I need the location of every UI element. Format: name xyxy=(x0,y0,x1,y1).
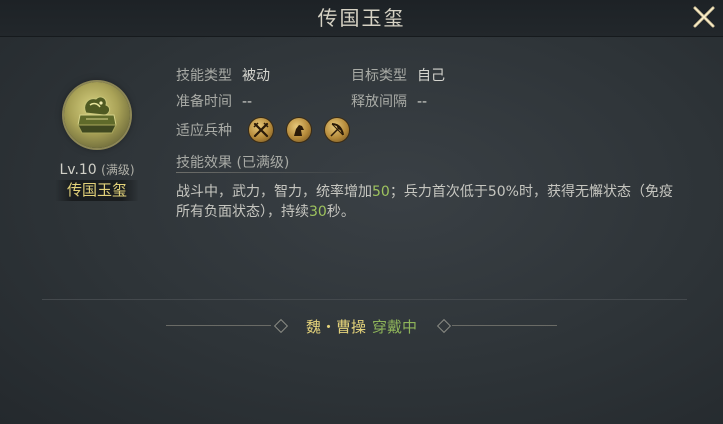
troop-row: 适应兵种 xyxy=(176,120,232,140)
target-type-row: 目标类型 自己 xyxy=(351,65,445,85)
infantry-swords-icon xyxy=(249,118,273,142)
jade-seal-icon xyxy=(64,82,130,148)
skill-level: Lv.10 (满级) xyxy=(40,161,154,178)
panel-title: 传国玉玺 xyxy=(317,6,406,30)
skill-type-value: 被动 xyxy=(242,68,270,84)
skill-type-label: 技能类型 xyxy=(176,68,232,84)
close-button[interactable] xyxy=(691,4,717,30)
equipped-hero: 魏・曹操 xyxy=(305,318,366,336)
effect-text-3: 秒。 xyxy=(326,204,355,220)
close-icon xyxy=(693,6,715,28)
equipped-state: 穿戴中 xyxy=(372,318,418,336)
skill-detail-panel: 传国玉玺 Lv.10 (满级) 传国玉玺 技能类型 被动 目标类型 自己 准备时… xyxy=(0,0,723,424)
skill-name: 传国玉玺 xyxy=(55,180,139,201)
bottom-divider xyxy=(42,299,687,300)
effect-value-2: 30 xyxy=(309,204,327,220)
cast-interval-row: 释放间隔 -- xyxy=(351,91,427,111)
ornament-line-left xyxy=(165,325,271,326)
effect-description: 战斗中，武力，智力，统率增加50；兵力首次低于50%时，获得无懈状态（免疫所有负… xyxy=(176,182,676,222)
equipped-status: 魏・曹操 穿戴中 xyxy=(0,316,723,336)
effect-text-1: 战斗中，武力，智力，统率增加 xyxy=(176,184,372,200)
effect-divider xyxy=(176,172,371,173)
target-type-label: 目标类型 xyxy=(351,68,407,84)
archer-bow-icon xyxy=(325,118,349,142)
level-note: (满级) xyxy=(101,163,135,177)
ornament-line-right xyxy=(452,325,558,326)
target-type-value: 自己 xyxy=(417,68,445,84)
cast-interval-value: -- xyxy=(417,94,428,110)
prep-time-label: 准备时间 xyxy=(176,94,232,110)
level-value: Lv.10 xyxy=(59,162,97,178)
ornament-diamond-right xyxy=(436,318,452,334)
cavalry-horse-icon xyxy=(287,118,311,142)
prep-time-value: -- xyxy=(242,94,253,110)
ornament-diamond-left xyxy=(273,318,289,334)
skill-type-row: 技能类型 被动 xyxy=(176,65,270,85)
effect-title: 技能效果 (已满级) xyxy=(176,155,290,171)
cast-interval-label: 释放间隔 xyxy=(351,94,407,110)
effect-value-1: 50 xyxy=(372,184,390,200)
troop-label: 适应兵种 xyxy=(176,123,232,139)
prep-time-row: 准备时间 -- xyxy=(176,91,252,111)
title-bar: 传国玉玺 xyxy=(0,0,723,37)
